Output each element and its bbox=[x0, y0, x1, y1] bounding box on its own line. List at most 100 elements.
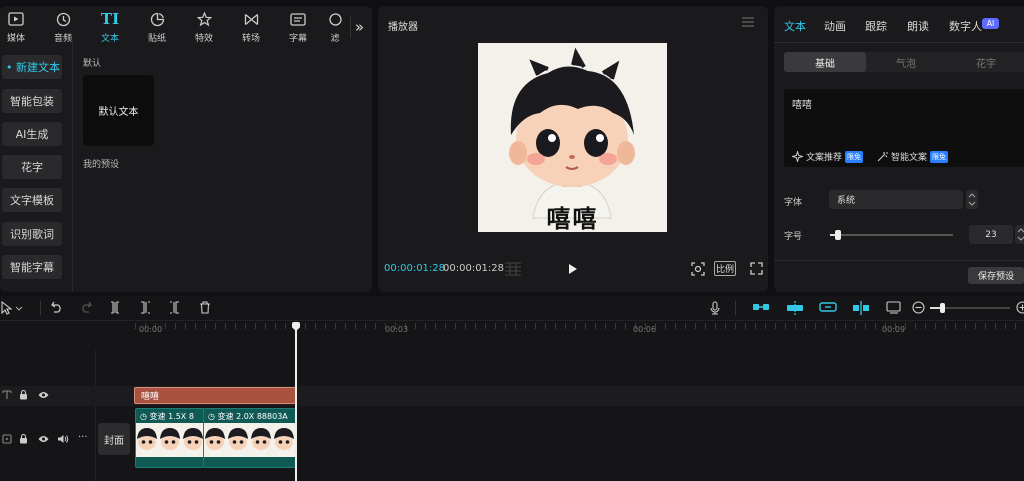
sidebar-divider bbox=[72, 40, 73, 292]
font-label: 字体 bbox=[784, 198, 803, 208]
sidebar-item-recognize-lyrics[interactable]: 识别歌词 bbox=[2, 222, 62, 246]
sidebar-item-text-template[interactable]: 文字模板 bbox=[2, 188, 62, 212]
text-icon: TI bbox=[100, 10, 120, 28]
more-tabs-button[interactable]: » bbox=[350, 16, 368, 38]
tab-effects[interactable]: 特效 bbox=[182, 10, 226, 46]
copy-recommend-label: 文案推荐 bbox=[806, 153, 843, 163]
preview-axis-icon[interactable] bbox=[852, 301, 870, 315]
sidebar-item-smart-pack[interactable]: 智能包装 bbox=[2, 89, 62, 113]
clip-1-speed: ◷ 变速 1.5X 8 bbox=[140, 412, 194, 421]
redo-icon[interactable] bbox=[80, 301, 92, 313]
play-icon bbox=[569, 264, 577, 274]
sidebar-item-ai-generate[interactable]: AI生成 bbox=[2, 122, 62, 146]
lock-icon[interactable] bbox=[19, 434, 28, 444]
sparkle-icon bbox=[792, 151, 803, 162]
font-select[interactable]: 系统 bbox=[829, 190, 963, 209]
filter-icon bbox=[328, 10, 343, 28]
tab-text-label: 文本 bbox=[100, 34, 119, 44]
eye-icon[interactable] bbox=[38, 391, 49, 399]
split-icon[interactable] bbox=[109, 301, 121, 314]
more-icon[interactable]: ··· bbox=[78, 432, 88, 443]
zoom-slider-thumb[interactable] bbox=[940, 303, 945, 313]
playhead-line bbox=[295, 330, 297, 481]
auto-snap-icon[interactable] bbox=[786, 301, 804, 315]
tab-text[interactable]: TI 文本 bbox=[88, 10, 132, 46]
tab-media[interactable]: 媒体 bbox=[0, 10, 38, 46]
waveform-icon[interactable] bbox=[504, 262, 522, 276]
tab-effects-label: 特效 bbox=[194, 34, 213, 44]
tab-text-props[interactable]: 文本 bbox=[784, 18, 806, 34]
thumbnail-icon[interactable] bbox=[886, 301, 902, 315]
tick-0: 00:00 bbox=[139, 325, 163, 334]
preview-caption: 嘻嘻 bbox=[546, 205, 599, 232]
microphone-icon[interactable] bbox=[709, 301, 721, 315]
play-button[interactable] bbox=[568, 263, 578, 275]
main-track-magnet-icon[interactable] bbox=[752, 301, 770, 313]
tab-audio[interactable]: 音频 bbox=[41, 10, 85, 46]
tab-transition[interactable]: 转场 bbox=[229, 10, 273, 46]
sidebar-item-fancy-text[interactable]: 花字 bbox=[2, 155, 62, 179]
subtitle-icon bbox=[290, 10, 306, 28]
default-text-card[interactable]: 默认文本 bbox=[83, 75, 154, 146]
split-left-icon[interactable] bbox=[139, 301, 151, 314]
magic-wand-icon bbox=[877, 151, 888, 162]
size-slider-thumb[interactable] bbox=[835, 230, 842, 240]
font-stepper[interactable] bbox=[966, 190, 978, 209]
zoom-out-icon[interactable] bbox=[912, 301, 925, 314]
sidebar-item-new-text[interactable]: • 新建文本 bbox=[2, 55, 62, 79]
text-editor-value: 嘻嘻 bbox=[792, 100, 812, 111]
tick-2: 00:06 bbox=[633, 325, 657, 334]
tab-sticker[interactable]: 贴纸 bbox=[135, 10, 179, 46]
free-badge: 限免 bbox=[930, 150, 949, 163]
tab-filter[interactable]: 滤 bbox=[324, 10, 346, 46]
select-tool-icon[interactable] bbox=[1, 301, 23, 315]
expand-icon[interactable] bbox=[750, 262, 763, 275]
text-editor[interactable]: 嘻嘻 文案推荐 限免 智能文案 限免 bbox=[784, 89, 1024, 167]
ratio-button[interactable]: 比例 bbox=[714, 261, 736, 276]
video-clip-2[interactable]: ◷ 变速 2.0X 88803A bbox=[203, 408, 296, 468]
undo-icon[interactable] bbox=[51, 301, 63, 313]
clip-1-thumbnails bbox=[136, 423, 203, 457]
menu-icon[interactable] bbox=[742, 17, 754, 27]
total-time: 00:00:01:28 bbox=[443, 263, 505, 274]
subtab-bar: 基础 气泡 花字 bbox=[784, 52, 1024, 72]
lock-icon[interactable] bbox=[19, 390, 28, 400]
tab-subtitle[interactable]: 字幕 bbox=[276, 10, 320, 46]
split-right-icon[interactable] bbox=[169, 301, 181, 314]
size-stepper[interactable] bbox=[1015, 225, 1024, 244]
tab-read-aloud[interactable]: 朗读 bbox=[907, 18, 929, 34]
subtab-bubble[interactable]: 气泡 bbox=[866, 52, 946, 72]
fullscreen-focus-icon[interactable] bbox=[691, 262, 705, 276]
size-slider[interactable] bbox=[830, 230, 953, 240]
delete-icon[interactable] bbox=[199, 301, 211, 314]
tab-sticker-label: 贴纸 bbox=[147, 34, 166, 44]
subtab-basic[interactable]: 基础 bbox=[784, 52, 866, 72]
video-preview[interactable]: 嘻嘻 bbox=[478, 43, 667, 232]
tab-filter-label: 滤 bbox=[330, 34, 340, 44]
copy-recommend-button[interactable]: 文案推荐 限免 bbox=[792, 150, 864, 163]
size-input[interactable]: 23 bbox=[969, 225, 1013, 244]
tab-animation[interactable]: 动画 bbox=[824, 18, 846, 34]
save-preset-button[interactable]: 保存预设 bbox=[968, 267, 1024, 284]
ai-badge: AI bbox=[982, 18, 999, 29]
smart-copy-button[interactable]: 智能文案 限免 bbox=[877, 150, 949, 163]
eye-icon[interactable] bbox=[38, 435, 49, 443]
tab-digital-human[interactable]: 数字人 bbox=[949, 18, 982, 34]
link-icon[interactable] bbox=[819, 301, 837, 313]
tab-transition-label: 转场 bbox=[241, 34, 260, 44]
zoom-slider[interactable] bbox=[930, 303, 1010, 313]
free-badge: 限免 bbox=[845, 150, 864, 163]
video-clip-1[interactable]: ◷ 变速 1.5X 8 bbox=[135, 408, 204, 468]
sidebar-item-smart-subtitle[interactable]: 智能字幕 bbox=[2, 255, 62, 279]
timeline: 00:00 00:03 00:06 00:09 嘻嘻 ··· 封面 ◷ 变速 1… bbox=[0, 296, 1024, 481]
text-clip[interactable]: 嘻嘻 bbox=[134, 387, 296, 404]
volume-icon[interactable] bbox=[57, 434, 69, 444]
toolbar-divider bbox=[40, 301, 41, 315]
tab-tracking[interactable]: 跟踪 bbox=[865, 18, 887, 34]
zoom-in-icon[interactable] bbox=[1016, 301, 1024, 314]
cover-button[interactable]: 封面 bbox=[98, 423, 130, 455]
audio-icon bbox=[56, 10, 71, 28]
subtab-fancy[interactable]: 花字 bbox=[946, 52, 1024, 72]
default-text-card-label: 默认文本 bbox=[98, 107, 139, 118]
video-track-icon bbox=[2, 434, 12, 444]
